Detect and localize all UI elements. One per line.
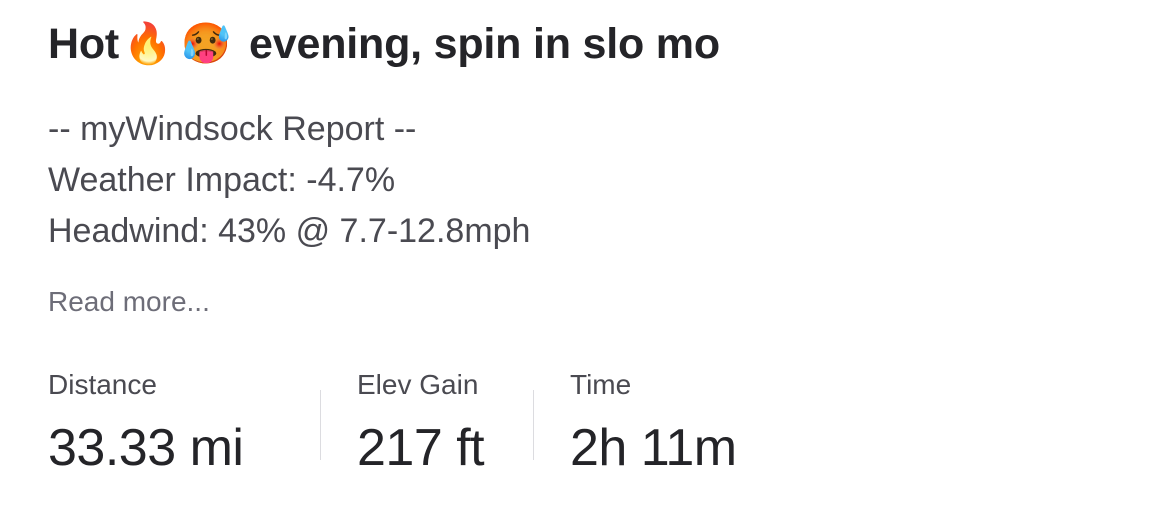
stat-label: Time	[570, 369, 632, 400]
hot-face-emoji-icon: 🥵	[181, 21, 231, 67]
activity-stats: Distance 33.33 mi Elev Gain 217 ft Time …	[48, 362, 810, 492]
stat-elev-gain: Elev Gain 217 ft	[321, 362, 533, 492]
stat-distance: Distance 33.33 mi	[48, 362, 320, 492]
title-text-end: evening, spin in slo mo	[249, 19, 720, 68]
description-line: Weather Impact: -4.7%	[48, 161, 396, 199]
title-text-start: Hot	[48, 19, 120, 68]
activity-title[interactable]: Hot 🔥 🥵 evening, spin in slo mo	[48, 12, 720, 76]
description-line: -- myWindsock Report --	[48, 110, 417, 148]
stat-label: Distance	[48, 369, 157, 400]
activity-card: Hot 🔥 🥵 evening, spin in slo mo -- myWin…	[0, 0, 1170, 513]
stat-value: 217 ft	[357, 419, 485, 477]
stat-label: Elev Gain	[357, 369, 479, 400]
read-more-link[interactable]: Read more...	[48, 283, 210, 321]
stat-value: 2h 11m	[570, 419, 737, 477]
stat-time: Time 2h 11m	[534, 362, 810, 492]
description-line: Headwind: 43% @ 7.7-12.8mph	[48, 212, 531, 250]
fire-emoji-icon: 🔥	[123, 21, 173, 67]
activity-description: -- myWindsock Report -- Weather Impact: …	[48, 104, 530, 257]
stat-value: 33.33 mi	[48, 419, 244, 477]
